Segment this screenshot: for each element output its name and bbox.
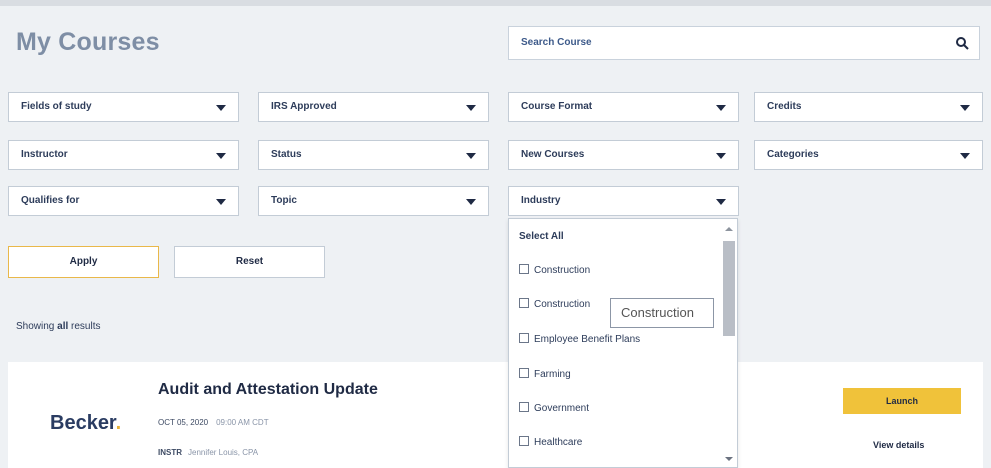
industry-option-government[interactable]: Government: [519, 402, 589, 414]
filter-label: Topic: [271, 195, 297, 206]
course-date-row: OCT 05, 2020 09:00 AM CDT: [158, 418, 269, 427]
filter-label: New Courses: [521, 149, 585, 160]
filter-label: Qualifies for: [21, 195, 80, 206]
search-icon[interactable]: [955, 36, 969, 50]
filter-instructor[interactable]: Instructor: [8, 140, 239, 170]
filter-course-format[interactable]: Course Format: [508, 92, 739, 122]
course-card: Becker. Audit and Attestation Update OCT…: [8, 362, 983, 468]
option-label: Construction: [534, 299, 591, 310]
chevron-down-icon: [466, 199, 476, 205]
chevron-down-icon: [216, 199, 226, 205]
filter-label: Course Format: [521, 101, 593, 112]
apply-button[interactable]: Apply: [8, 246, 159, 278]
filter-label: Credits: [767, 101, 802, 112]
chevron-down-icon: [216, 153, 226, 159]
chevron-down-icon: [216, 105, 226, 111]
logo-dot: .: [115, 412, 122, 434]
results-prefix: Showing: [16, 321, 58, 332]
scrollbar-thumb[interactable]: [723, 241, 735, 336]
dropdown-scrollbar[interactable]: [721, 223, 735, 465]
chevron-down-icon: [716, 105, 726, 111]
filter-industry[interactable]: Industry: [508, 186, 739, 216]
instructor-label: INSTR: [158, 448, 182, 457]
chevron-down-icon: [960, 105, 970, 111]
filter-label: Status: [271, 149, 302, 160]
option-tooltip: Construction: [610, 298, 714, 328]
industry-option-healthcare[interactable]: Healthcare: [519, 436, 582, 448]
reset-button[interactable]: Reset: [174, 246, 325, 278]
select-all-option[interactable]: Select All: [519, 231, 564, 242]
filter-label: Categories: [767, 149, 819, 160]
industry-dropdown-menu: Select All Construction Construction Emp…: [508, 218, 738, 468]
checkbox[interactable]: [519, 436, 529, 446]
search-input[interactable]: Search Course: [521, 37, 592, 48]
becker-logo: Becker.: [50, 412, 121, 435]
chevron-down-icon: [466, 153, 476, 159]
option-label: Government: [534, 403, 590, 414]
filter-label: Instructor: [21, 149, 68, 160]
course-date: OCT 05, 2020: [158, 418, 209, 427]
scroll-up-icon[interactable]: [725, 227, 733, 231]
filter-topic[interactable]: Topic: [258, 186, 489, 216]
filter-categories[interactable]: Categories: [754, 140, 983, 170]
industry-option-construction-2[interactable]: Construction: [519, 298, 590, 310]
results-suffix: results: [68, 321, 101, 332]
view-details-link[interactable]: View details: [873, 440, 924, 450]
checkbox[interactable]: [519, 264, 529, 274]
checkbox[interactable]: [519, 333, 529, 343]
course-instructor-row: INSTR Jennifer Louis, CPA: [158, 448, 258, 457]
filter-irs-approved[interactable]: IRS Approved: [258, 92, 489, 122]
industry-option-farming[interactable]: Farming: [519, 368, 571, 380]
option-label: Employee Benefit Plans: [534, 334, 641, 345]
filter-credits[interactable]: Credits: [754, 92, 983, 122]
top-bar: [0, 0, 991, 6]
filter-fields-of-study[interactable]: Fields of study: [8, 92, 239, 122]
option-label: Farming: [534, 369, 571, 380]
scroll-down-icon[interactable]: [725, 457, 733, 461]
course-title[interactable]: Audit and Attestation Update: [158, 381, 378, 399]
industry-option-construction[interactable]: Construction: [519, 264, 590, 276]
search-box[interactable]: Search Course: [508, 26, 980, 60]
chevron-down-icon: [716, 199, 726, 205]
results-count: all: [57, 321, 69, 332]
filter-label: Industry: [521, 195, 561, 206]
checkbox[interactable]: [519, 402, 529, 412]
checkbox[interactable]: [519, 368, 529, 378]
industry-option-employee-benefit-plans[interactable]: Employee Benefit Plans: [519, 333, 640, 345]
results-summary: Showing all results: [16, 321, 101, 332]
filter-status[interactable]: Status: [258, 140, 489, 170]
chevron-down-icon: [716, 153, 726, 159]
filter-new-courses[interactable]: New Courses: [508, 140, 739, 170]
option-label: Construction: [534, 265, 591, 276]
filter-label: Fields of study: [21, 101, 92, 112]
page-title: My Courses: [16, 28, 160, 56]
checkbox[interactable]: [519, 298, 529, 308]
filter-label: IRS Approved: [271, 101, 337, 112]
launch-button[interactable]: Launch: [843, 388, 961, 414]
option-label: Healthcare: [534, 437, 583, 448]
filter-qualifies-for[interactable]: Qualifies for: [8, 186, 239, 216]
course-time: 09:00 AM CDT: [216, 418, 269, 427]
instructor-name: Jennifer Louis, CPA: [188, 448, 259, 457]
chevron-down-icon: [960, 153, 970, 159]
logo-text: Becker: [50, 412, 116, 434]
chevron-down-icon: [466, 105, 476, 111]
